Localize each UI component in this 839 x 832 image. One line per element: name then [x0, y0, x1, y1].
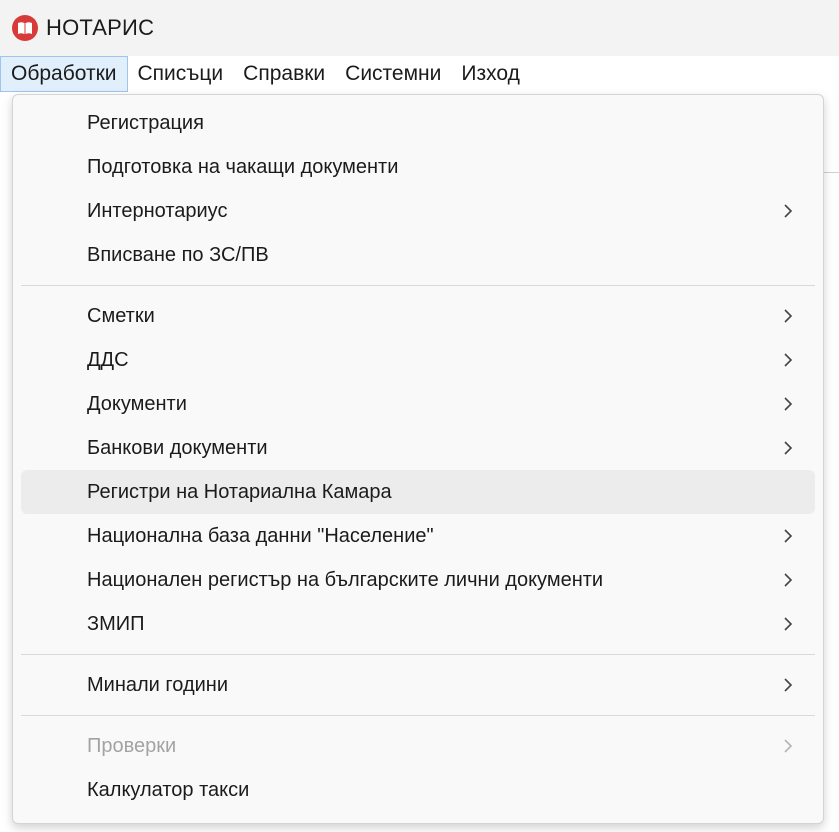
menu-bar: Обработки Списъци Справки Системни Изход	[0, 56, 839, 92]
app-title: НОТАРИС	[46, 15, 155, 40]
menu-item-label: Подготовка на чакащи документи	[87, 155, 399, 178]
background-window-edge	[824, 172, 839, 173]
chevron-right-icon	[783, 352, 793, 368]
menu-item-label: Национален регистър на българските лични…	[87, 568, 604, 591]
chevron-right-icon	[783, 572, 793, 588]
menu-item-vpisvane[interactable]: Вписване по ЗС/ПВ	[21, 233, 815, 277]
menu-item-label: Документи	[87, 392, 187, 415]
menu-item-label: Минали години	[87, 673, 228, 696]
menu-spravki[interactable]: Справки	[233, 56, 335, 92]
menu-item-dds[interactable]: ДДС	[21, 338, 815, 382]
menu-item-kalkulator-taksi[interactable]: Калкулатор такси	[21, 768, 815, 812]
menu-item-label: Регистри на Нотариална Камара	[87, 480, 392, 503]
menu-item-label: Сметки	[87, 304, 155, 327]
chevron-right-icon	[783, 203, 793, 219]
menu-separator	[21, 277, 815, 294]
menu-item-proverki: Проверки	[21, 724, 815, 768]
chevron-right-icon	[783, 528, 793, 544]
menu-item-internotarius[interactable]: Интернотариус	[21, 189, 815, 233]
menu-spisatsi[interactable]: Списъци	[128, 56, 234, 92]
chevron-right-icon	[783, 738, 793, 754]
menu-separator	[21, 707, 815, 724]
menu-item-bankovi-dokumenti[interactable]: Банкови документи	[21, 426, 815, 470]
menu-item-label: ДДС	[87, 348, 129, 371]
menu-separator	[21, 646, 815, 663]
menu-item-natsionalna-baza-naselenie[interactable]: Национална база данни "Население"	[21, 514, 815, 558]
menu-obrabotki[interactable]: Обработки	[0, 56, 128, 92]
menu-item-label: Калкулатор такси	[87, 778, 250, 801]
menu-item-label: Регистрация	[87, 111, 204, 134]
chevron-right-icon	[783, 440, 793, 456]
menu-item-dokumenti[interactable]: Документи	[21, 382, 815, 426]
menu-item-smetki[interactable]: Сметки	[21, 294, 815, 338]
book-icon	[12, 15, 38, 41]
menu-item-label: ЗМИП	[87, 612, 145, 635]
menu-item-podgotovka[interactable]: Подготовка на чакащи документи	[21, 145, 815, 189]
chevron-right-icon	[783, 308, 793, 324]
menu-item-label: Вписване по ЗС/ПВ	[87, 243, 269, 266]
menu-item-registri-notarialna-kamara[interactable]: Регистри на Нотариална Камара	[21, 470, 815, 514]
obrabotki-dropdown-menu: Регистрация Подготовка на чакащи докумен…	[12, 94, 824, 824]
title-bar: НОТАРИС	[0, 0, 839, 56]
chevron-right-icon	[783, 396, 793, 412]
menu-sistemni[interactable]: Системни	[335, 56, 451, 92]
menu-item-label: Интернотариус	[87, 199, 228, 222]
menu-item-label: Национална база данни "Население"	[87, 524, 434, 547]
menu-item-label: Проверки	[87, 734, 177, 757]
menu-item-registratsiya[interactable]: Регистрация	[21, 101, 815, 145]
menu-item-natsionalen-registar[interactable]: Национален регистър на българските лични…	[21, 558, 815, 602]
chevron-right-icon	[783, 616, 793, 632]
menu-item-label: Банкови документи	[87, 436, 268, 459]
menu-item-minali-godini[interactable]: Минали години	[21, 663, 815, 707]
menu-izhod[interactable]: Изход	[451, 56, 529, 92]
chevron-right-icon	[783, 677, 793, 693]
menu-item-zmip[interactable]: ЗМИП	[21, 602, 815, 646]
